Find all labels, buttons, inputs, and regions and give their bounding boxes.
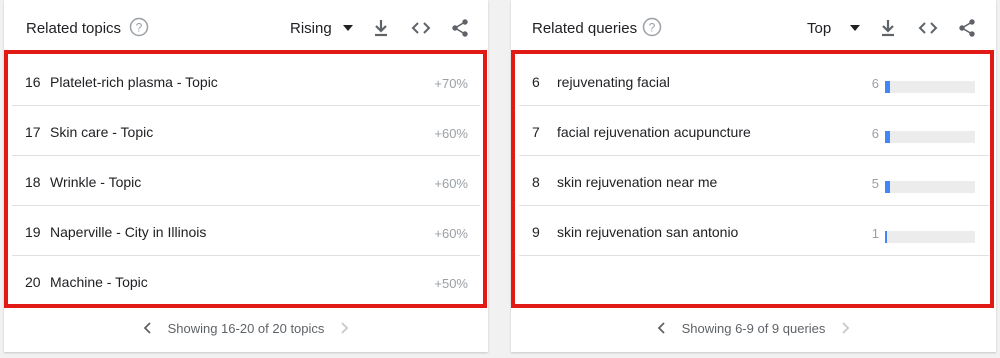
highlight-box	[511, 50, 994, 308]
share-icon[interactable]	[956, 17, 978, 39]
pagination: Showing 16-20 of 20 topics	[4, 304, 488, 352]
svg-text:?: ?	[136, 21, 143, 35]
card-title: Related topics	[26, 20, 122, 37]
chevron-left-icon	[657, 322, 665, 334]
filter-dropdown[interactable]: Rising	[290, 16, 354, 40]
filter-dropdown[interactable]: Top	[807, 16, 861, 40]
highlight-box	[4, 50, 487, 308]
caret-down-icon	[342, 25, 353, 31]
related-queries-card: Related queries ? Top 6 rejuvenating fac…	[511, 0, 996, 352]
download-icon[interactable]	[370, 17, 392, 39]
share-icon[interactable]	[449, 17, 471, 39]
embed-code-icon[interactable]	[410, 17, 432, 39]
card-header: Related queries ? Top	[511, 0, 996, 56]
download-icon[interactable]	[877, 17, 899, 39]
chevron-right-icon	[341, 322, 349, 334]
pagination-text: Showing 6-9 of 9 queries	[681, 320, 826, 336]
help-icon[interactable]: ?	[129, 17, 149, 37]
next-page-button[interactable]	[837, 320, 853, 336]
filter-dropdown-label: Top	[807, 19, 832, 37]
card-title: Related queries	[532, 20, 638, 37]
prev-page-button[interactable]	[654, 320, 670, 336]
help-icon[interactable]: ?	[642, 17, 662, 37]
caret-down-icon	[850, 25, 861, 31]
next-page-button[interactable]	[336, 320, 352, 336]
embed-code-icon[interactable]	[917, 17, 939, 39]
svg-text:?: ?	[649, 21, 656, 35]
filter-dropdown-label: Rising	[290, 19, 332, 37]
chevron-right-icon	[842, 322, 850, 334]
card-header: Related topics ? Rising	[4, 0, 488, 56]
related-topics-card: Related topics ? Rising 16 Platelet-rich…	[4, 0, 488, 352]
chevron-left-icon	[143, 322, 151, 334]
prev-page-button[interactable]	[140, 320, 156, 336]
pagination-text: Showing 16-20 of 20 topics	[167, 320, 325, 336]
pagination: Showing 6-9 of 9 queries	[511, 304, 996, 352]
